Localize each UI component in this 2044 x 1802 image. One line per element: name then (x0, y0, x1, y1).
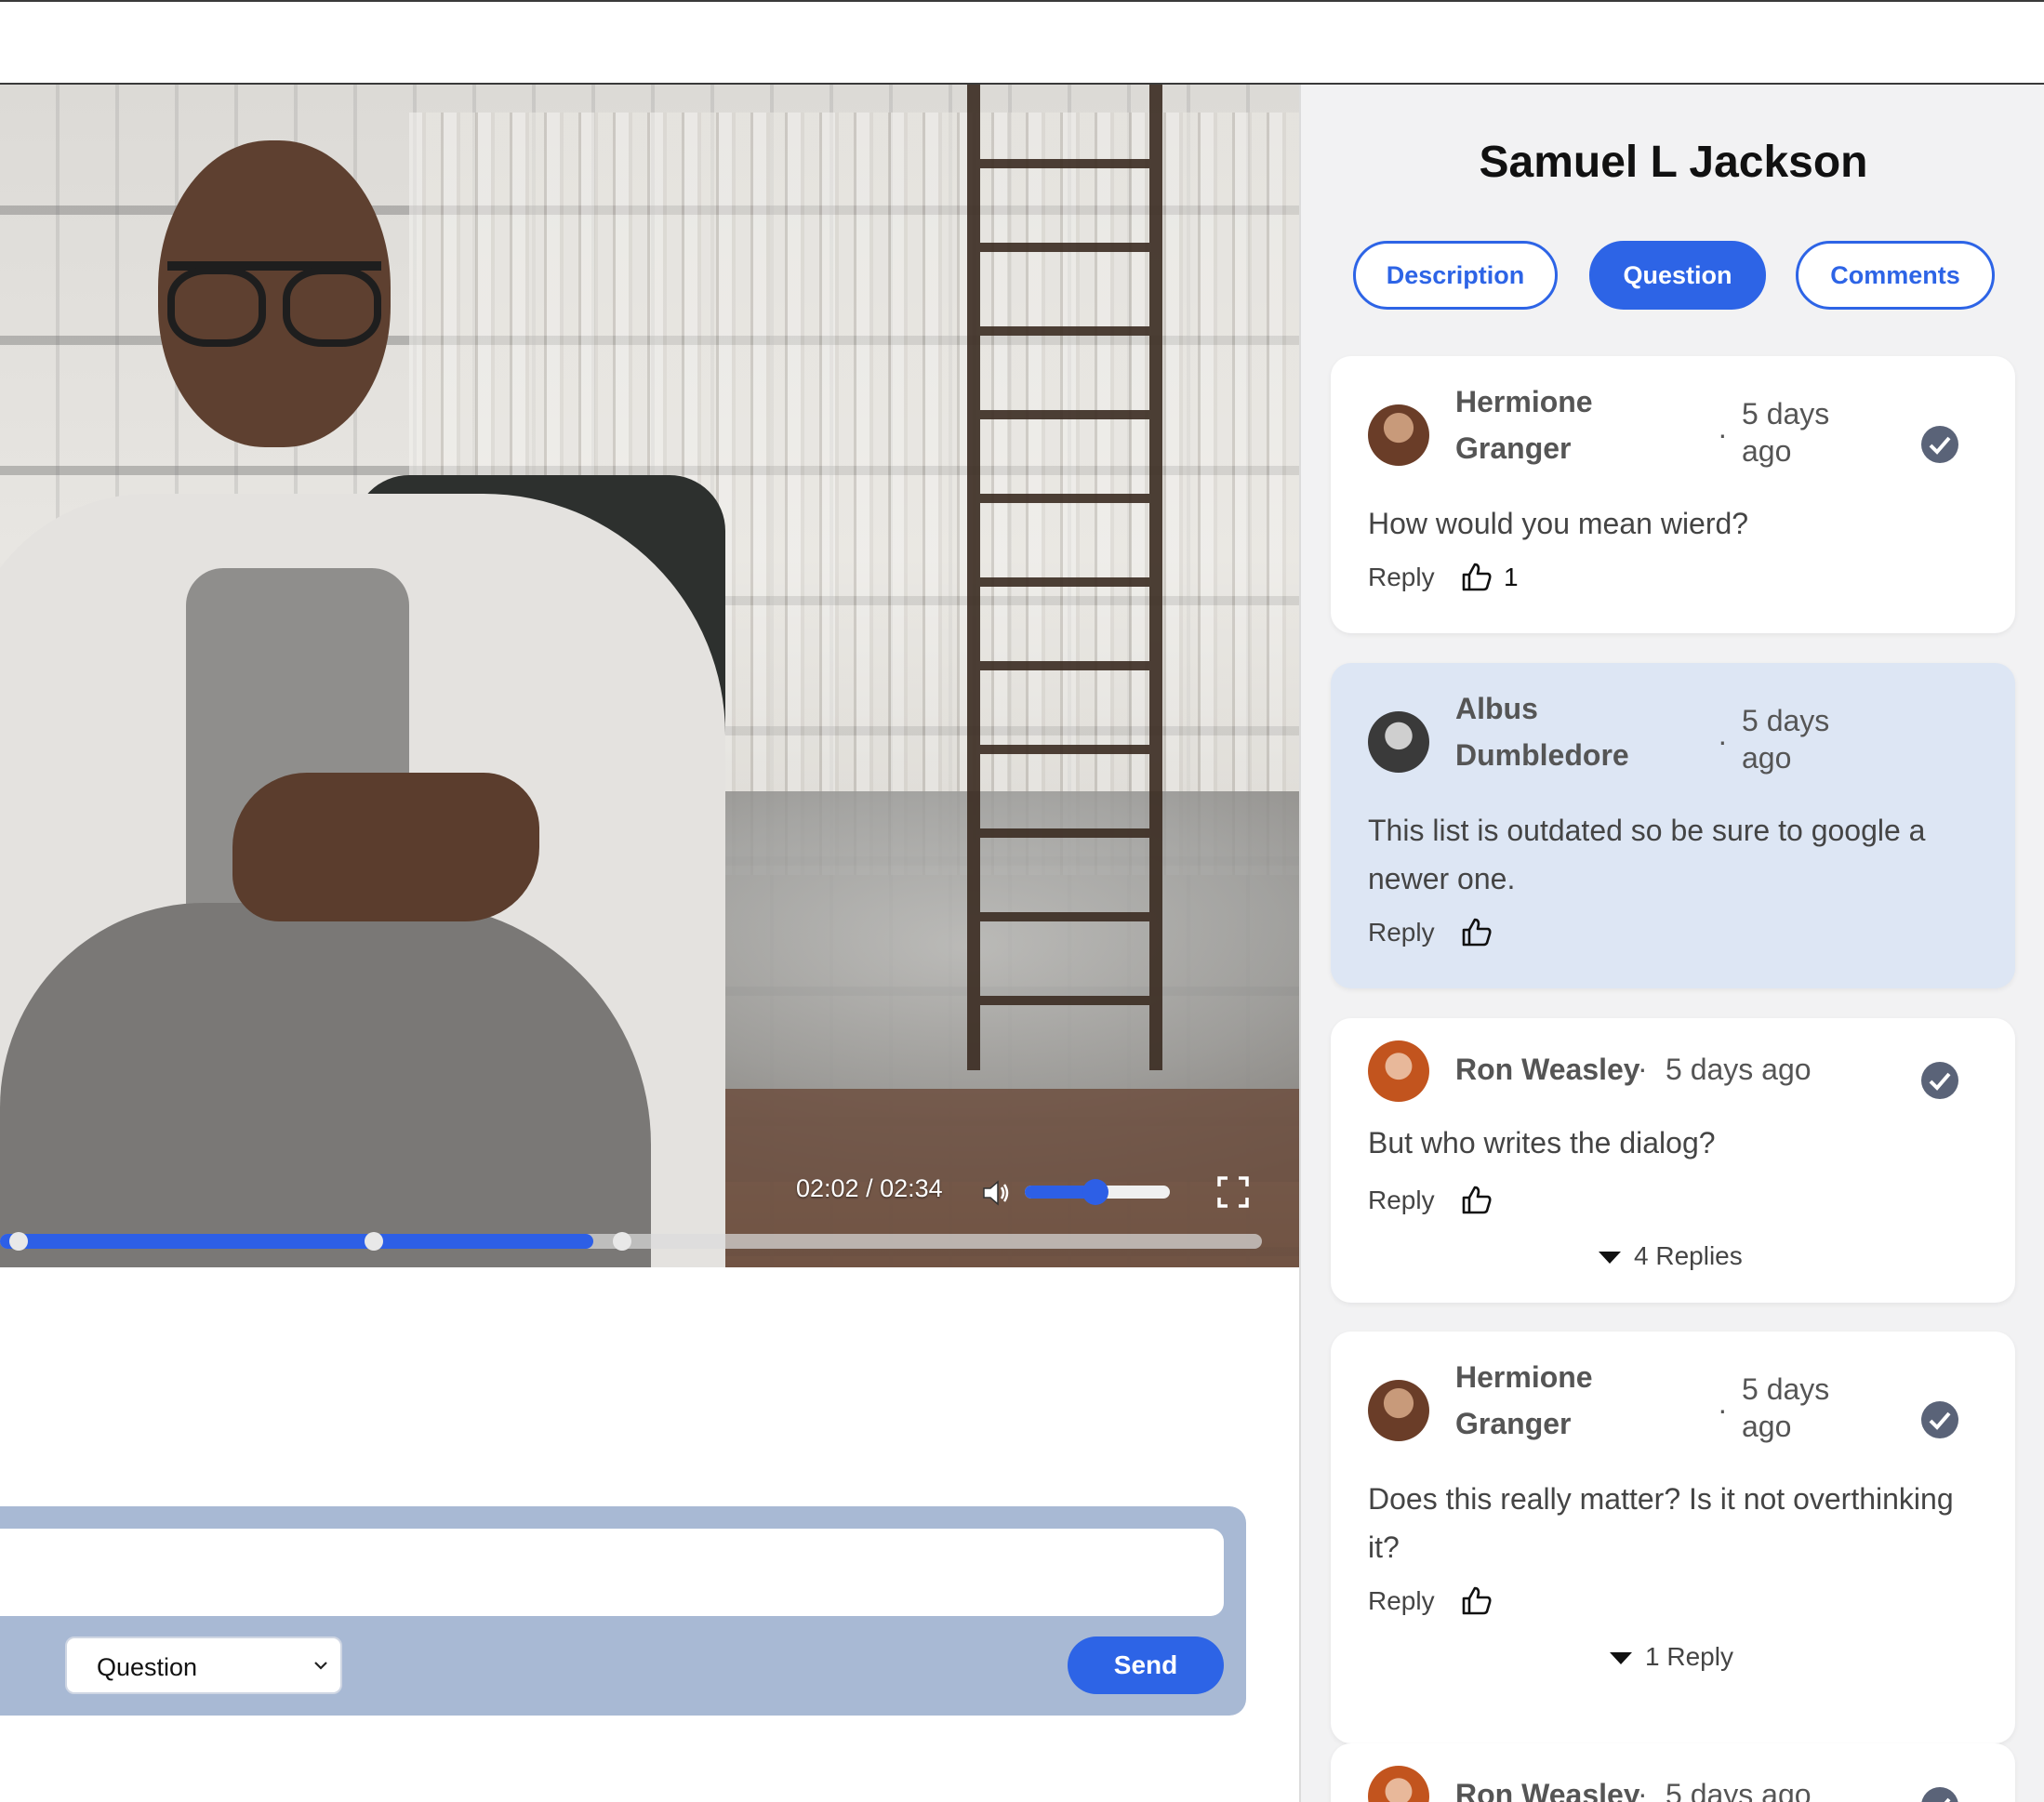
check-circle-icon[interactable] (1920, 1400, 1959, 1439)
top-border (0, 0, 2044, 2)
separator-dot: · (1718, 1393, 1728, 1426)
comment-text: Does this really matter? Is it not overt… (1368, 1482, 1954, 1564)
replies-toggle[interactable]: 4 Replies (1599, 1241, 1743, 1271)
comment-author[interactable]: Ron Weasley (1455, 1771, 1640, 1802)
triangle-down-icon (1610, 1652, 1632, 1665)
post-type-select[interactable]: Question (65, 1636, 342, 1694)
sidebar: Samuel L Jackson Description Question Co… (1299, 85, 2044, 1802)
volume-handle[interactable] (1082, 1179, 1108, 1205)
speaker-icon[interactable] (980, 1177, 1012, 1209)
video-progress-bar[interactable] (0, 1232, 1262, 1251)
check-circle-icon[interactable] (1920, 1786, 1959, 1802)
thumbs-up-icon[interactable] (1461, 1184, 1493, 1215)
avatar[interactable] (1368, 711, 1429, 773)
reply-link[interactable]: Reply (1368, 1186, 1435, 1215)
check-circle-icon[interactable] (1920, 1061, 1959, 1100)
chapter-marker[interactable] (613, 1232, 631, 1251)
author-second-line: Granger (1455, 1407, 1572, 1440)
triangle-down-icon (1599, 1252, 1621, 1265)
time-second-line: ago (1742, 1410, 1792, 1443)
video-person-hands (232, 773, 539, 921)
replies-toggle[interactable]: 1 Reply (1610, 1642, 1733, 1672)
video-progress-fill (0, 1234, 593, 1249)
tab-question[interactable]: Question (1589, 241, 1766, 310)
comment-author[interactable]: Hermione Granger (1455, 1354, 1593, 1447)
video-person-glasses (167, 261, 381, 347)
separator-dot: · (1638, 1052, 1648, 1085)
avatar[interactable] (1368, 1380, 1429, 1441)
comment-text: This list is outdated so be sure to goog… (1368, 814, 1926, 895)
comment-card: Ron Weasley · 5 days ago But who writes … (1331, 1018, 2015, 1303)
video-ladder (967, 85, 1162, 1070)
author-second-line: Dumbledore (1455, 738, 1629, 772)
comment-author[interactable]: Ron Weasley (1455, 1046, 1640, 1093)
fullscreen-icon[interactable] (1216, 1175, 1250, 1209)
avatar[interactable] (1368, 1766, 1429, 1802)
comment-card: Albus Dumbledore · 5 days ago This list … (1331, 663, 2015, 988)
author-first-line: Albus (1455, 692, 1538, 725)
comment-time: 5 days ago (1742, 702, 1829, 776)
comment-author[interactable]: Albus Dumbledore (1455, 685, 1629, 778)
author-first-line: Hermione (1455, 385, 1593, 418)
time-display: 02:02 / 02:34 (796, 1174, 943, 1202)
comment-text: But who writes the dialog? (1368, 1126, 1716, 1159)
separator-dot: · (1638, 1777, 1648, 1802)
check-circle-icon[interactable] (1920, 425, 1959, 464)
chevron-down-icon (314, 1662, 327, 1670)
comment-time: 5 days ago (1666, 1053, 1812, 1086)
comment-time: 5 days ago (1742, 1371, 1829, 1445)
avatar[interactable] (1368, 1040, 1429, 1102)
send-button[interactable]: Send (1068, 1636, 1224, 1694)
separator-dot: · (1718, 724, 1728, 758)
avatar[interactable] (1368, 404, 1429, 466)
comment-time: 5 days ago (1666, 1778, 1812, 1802)
post-type-selected: Question (97, 1653, 198, 1681)
replies-label: 4 Replies (1634, 1241, 1743, 1270)
author-second-line: Granger (1455, 431, 1572, 465)
chapter-marker[interactable] (9, 1232, 28, 1251)
author-first-line: Hermione (1455, 1360, 1593, 1394)
comment-author[interactable]: Hermione Granger (1455, 378, 1593, 471)
video-person-legs (0, 903, 651, 1267)
comment-card: Hermione Granger · 5 days ago How would … (1331, 356, 2015, 633)
time-first-line: 5 days (1742, 1372, 1830, 1406)
separator-dot: · (1718, 417, 1728, 451)
thumbs-up-icon[interactable] (1461, 1584, 1493, 1616)
thumbs-up-icon[interactable] (1461, 561, 1493, 592)
volume-slider[interactable] (1025, 1179, 1170, 1205)
message-input[interactable] (0, 1529, 1224, 1616)
reply-link[interactable]: Reply (1368, 563, 1435, 592)
time-second-line: ago (1742, 434, 1792, 468)
thumbs-up-icon[interactable] (1461, 916, 1493, 947)
comment-card: Hermione Granger · 5 days ago Does this … (1331, 1332, 2015, 1743)
tab-description[interactable]: Description (1353, 241, 1558, 310)
comment-time: 5 days ago (1742, 395, 1829, 470)
reply-link[interactable]: Reply (1368, 1586, 1435, 1616)
comment-card: Ron Weasley · 5 days ago (1331, 1743, 2015, 1802)
tab-comments[interactable]: Comments (1796, 241, 1995, 310)
page-title: Samuel L Jackson (1479, 138, 1868, 187)
like-count: 1 (1504, 563, 1519, 591)
comment-text: How would you mean wierd? (1368, 507, 1749, 540)
time-first-line: 5 days (1742, 397, 1830, 431)
time-second-line: ago (1742, 741, 1792, 775)
page: 02:02 / 02:34 Question Send Samuel L Jac… (0, 0, 2044, 1802)
composer: Question Send (0, 1506, 1246, 1716)
replies-label: 1 Reply (1645, 1642, 1733, 1671)
time-first-line: 5 days (1742, 704, 1830, 737)
video-player[interactable] (0, 85, 1299, 1267)
reply-link[interactable]: Reply (1368, 918, 1435, 947)
chapter-marker[interactable] (365, 1232, 383, 1251)
